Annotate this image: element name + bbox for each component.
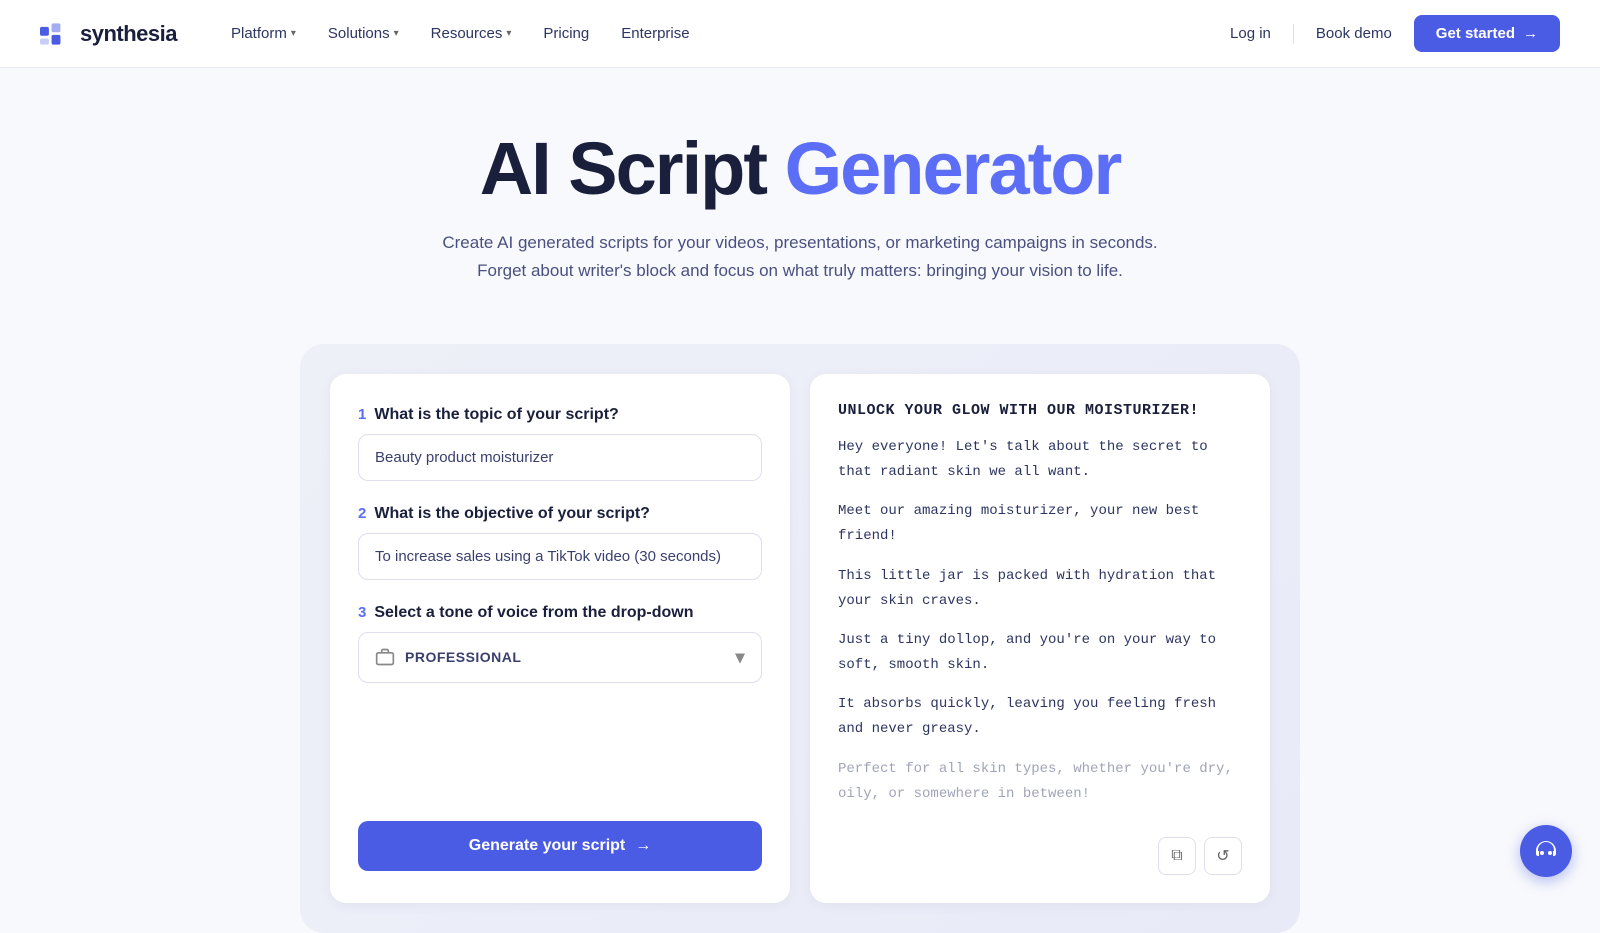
generate-button[interactable]: Generate your script → (358, 821, 762, 871)
form-section-objective: 2 What is the objective of your script? (358, 505, 762, 580)
output-para-1: Hey everyone! Let's talk about the secre… (838, 435, 1242, 485)
copy-button[interactable]: ⧉ (1158, 837, 1196, 875)
step-2-label: What is the objective of your script? (374, 505, 650, 523)
logo-icon (40, 23, 72, 45)
form-section-tone: 3 Select a tone of voice from the drop-d… (358, 604, 762, 683)
headset-icon (1534, 839, 1558, 863)
output-para-2: Meet our amazing moisturizer, your new b… (838, 499, 1242, 549)
hero-subtitle: Create AI generated scripts for your vid… (420, 229, 1180, 283)
nav-right: Log in Book demo Get started → (1216, 15, 1560, 52)
book-demo-link[interactable]: Book demo (1302, 17, 1406, 50)
step-2-number: 2 (358, 505, 366, 522)
logo-link[interactable]: synthesia (40, 21, 177, 47)
form-panel: 1 What is the topic of your script? 2 Wh… (330, 374, 790, 903)
nav-item-solutions[interactable]: Solutions ▾ (314, 17, 413, 50)
logo-text: synthesia (80, 21, 177, 47)
topic-input[interactable] (358, 434, 762, 481)
nav-item-platform[interactable]: Platform ▾ (217, 17, 310, 50)
chevron-down-icon: ▾ (735, 647, 745, 668)
chevron-down-icon: ▾ (394, 28, 399, 39)
hero-section: AI Script Generator Create AI generated … (0, 68, 1600, 314)
output-panel: UNLOCK YOUR GLOW WITH OUR MOISTURIZER! H… (810, 374, 1270, 903)
chevron-down-icon: ▾ (291, 28, 296, 39)
nav-item-enterprise[interactable]: Enterprise (607, 17, 703, 50)
step-1-number: 1 (358, 406, 366, 423)
output-body: Hey everyone! Let's talk about the secre… (838, 435, 1242, 821)
briefcase-icon (375, 647, 395, 667)
step-1-label: What is the topic of your script? (374, 406, 618, 424)
output-title: UNLOCK YOUR GLOW WITH OUR MOISTURIZER! (838, 402, 1242, 419)
get-started-button[interactable]: Get started → (1414, 15, 1560, 52)
nav-divider (1293, 24, 1294, 44)
copy-icon: ⧉ (1171, 847, 1182, 865)
card-area: 1 What is the topic of your script? 2 Wh… (300, 344, 1300, 933)
tone-value: PROFESSIONAL (405, 649, 521, 665)
objective-input[interactable] (358, 533, 762, 580)
output-para-3: This little jar is packed with hydration… (838, 564, 1242, 614)
nav-item-pricing[interactable]: Pricing (529, 17, 603, 50)
chat-bubble-button[interactable] (1520, 825, 1572, 877)
nav-item-resources[interactable]: Resources ▾ (417, 17, 526, 50)
form-section-topic: 1 What is the topic of your script? (358, 406, 762, 481)
tone-dropdown[interactable]: PROFESSIONAL ▾ (358, 632, 762, 683)
step-3-label: Select a tone of voice from the drop-dow… (374, 604, 693, 622)
nav-links: Platform ▾ Solutions ▾ Resources ▾ Prici… (217, 17, 1216, 50)
output-para-6: Perfect for all skin types, whether you'… (838, 757, 1242, 807)
chevron-down-icon: ▾ (506, 28, 511, 39)
hero-title-accent: Generator (785, 127, 1121, 210)
output-para-4: Just a tiny dollop, and you're on your w… (838, 628, 1242, 678)
login-link[interactable]: Log in (1216, 17, 1285, 50)
output-para-5: It absorbs quickly, leaving you feeling … (838, 692, 1242, 742)
hero-title: AI Script Generator (20, 128, 1580, 209)
navbar: synthesia Platform ▾ Solutions ▾ Resourc… (0, 0, 1600, 68)
refresh-button[interactable]: ↺ (1204, 837, 1242, 875)
output-actions: ⧉ ↺ (838, 837, 1242, 875)
refresh-icon: ↺ (1216, 846, 1229, 866)
step-3-number: 3 (358, 604, 366, 621)
